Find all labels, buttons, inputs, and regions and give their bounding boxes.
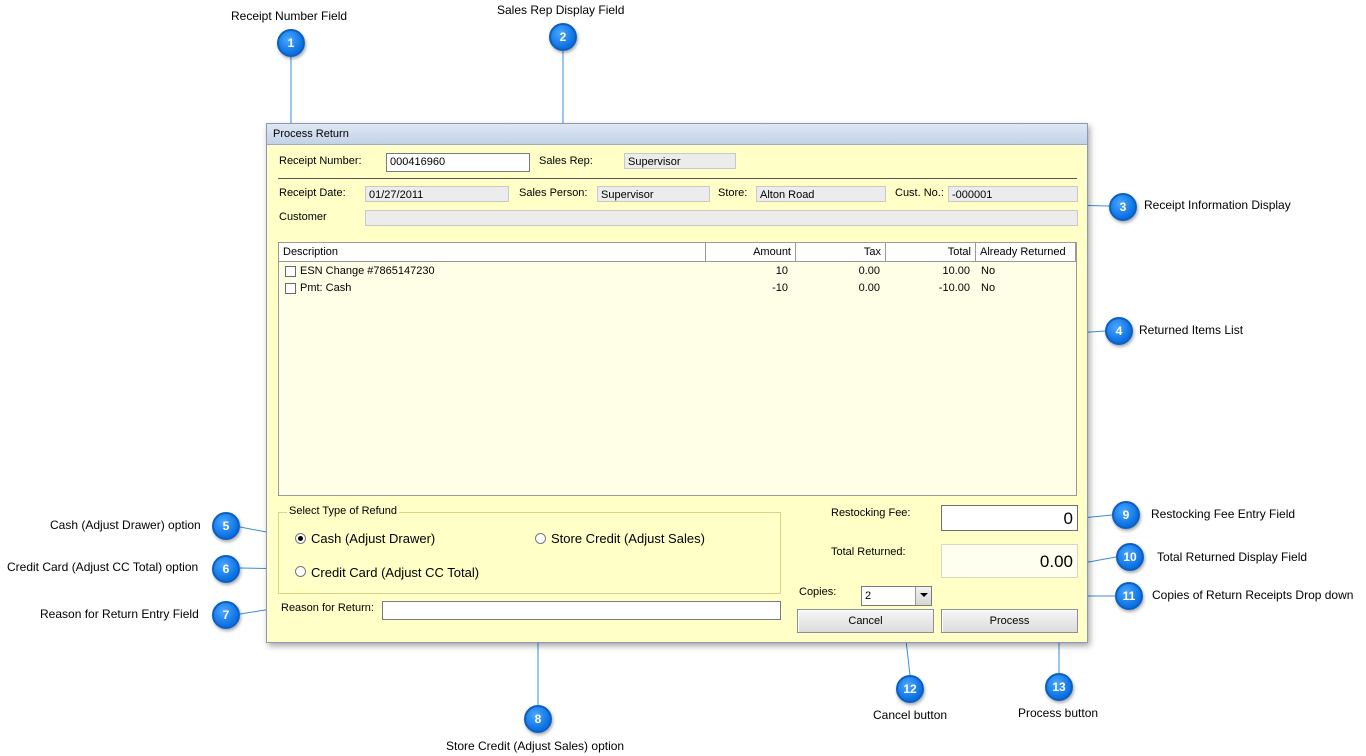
callout-label-13: Process button (1018, 706, 1099, 720)
store-display: Alton Road (756, 186, 886, 202)
total-returned-label: Total Returned: (831, 546, 906, 558)
receipt-date-display: 01/27/2011 (365, 186, 509, 202)
reason-for-return-input[interactable] (382, 601, 781, 620)
item-amount: 10 (775, 265, 788, 277)
callout-badge-1: 1 (277, 29, 305, 57)
column-header-tax[interactable]: Tax (796, 243, 886, 261)
reason-label: Reason for Return: (281, 602, 374, 614)
sales-rep-label: Sales Rep: (539, 155, 593, 167)
callout-badge-5: 5 (212, 512, 240, 540)
dialog-title: Process Return (267, 124, 1087, 145)
refund-type-group: Select Type of Refund Cash (Adjust Drawe… (278, 505, 781, 594)
cust-no-label: Cust. No.: (895, 187, 944, 199)
credit-card-radio-label[interactable]: Credit Card (Adjust CC Total) (311, 565, 479, 580)
callout-label-5: Cash (Adjust Drawer) option (50, 518, 201, 532)
callout-label-2: Sales Rep Display Field (497, 3, 625, 17)
copies-dropdown[interactable]: 2 (861, 586, 932, 606)
cash-radio[interactable] (295, 533, 306, 544)
copies-label: Copies: (799, 586, 837, 598)
item-tax: 0.00 (858, 265, 880, 277)
callout-label-7: Reason for Return Entry Field (40, 607, 199, 621)
item-tax: 0.00 (858, 282, 880, 294)
restocking-fee-input[interactable]: 0 (941, 505, 1078, 531)
callout-label-6: Credit Card (Adjust CC Total) option (7, 560, 199, 574)
callout-label-12: Cancel button (873, 708, 948, 722)
item-already-returned: No (981, 282, 996, 294)
credit-card-radio[interactable] (295, 566, 306, 577)
receipt-number-label: Receipt Number: (279, 155, 362, 167)
item-checkbox[interactable] (285, 283, 296, 294)
column-header-total[interactable]: Total (886, 243, 976, 261)
item-description: ESN Change #7865147230 (300, 265, 435, 277)
column-header-amount[interactable]: Amount (706, 243, 796, 261)
process-return-dialog: Process Return Receipt Number: 000416960… (266, 123, 1088, 643)
callout-badge-8: 8 (524, 705, 552, 733)
divider (278, 178, 1077, 179)
callout-badge-2: 2 (549, 23, 577, 51)
sales-person-label: Sales Person: (519, 187, 588, 199)
refund-group-title: Select Type of Refund (287, 505, 400, 517)
process-button[interactable]: Process (941, 609, 1078, 633)
sales-rep-display: Supervisor (624, 153, 736, 169)
item-amount: -10 (772, 282, 788, 294)
table-row[interactable]: ESN Change #7865147230 10 0.00 10.00 No (279, 263, 1076, 280)
store-credit-radio[interactable] (535, 533, 546, 544)
item-description: Pmt: Cash (300, 282, 352, 294)
item-total: 10.00 (942, 265, 970, 277)
list-header: Description Amount Tax Total Already Ret… (279, 243, 1076, 262)
callout-label-4: Returned Items List (1139, 323, 1244, 337)
returned-items-list[interactable]: Description Amount Tax Total Already Ret… (278, 242, 1077, 496)
store-label: Store: (718, 187, 748, 199)
callout-badge-3: 3 (1109, 193, 1137, 221)
column-header-already-returned[interactable]: Already Returned (976, 243, 1076, 261)
column-header-description[interactable]: Description (279, 243, 706, 261)
callout-label-11: Copies of Return Receipts Drop down (1152, 588, 1354, 602)
callout-badge-10: 10 (1116, 543, 1144, 571)
item-total: -10.00 (938, 282, 970, 294)
callout-badge-13: 13 (1045, 673, 1073, 701)
copies-value: 2 (865, 590, 872, 602)
receipt-date-label: Receipt Date: (279, 187, 346, 199)
table-row[interactable]: Pmt: Cash -10 0.00 -10.00 No (279, 280, 1076, 297)
receipt-number-input[interactable]: 000416960 (386, 153, 530, 172)
callout-label-10: Total Returned Display Field (1157, 550, 1308, 564)
item-already-returned: No (981, 265, 996, 277)
cash-radio-label[interactable]: Cash (Adjust Drawer) (311, 531, 435, 546)
callout-badge-7: 7 (212, 601, 240, 629)
store-credit-radio-label[interactable]: Store Credit (Adjust Sales) (551, 531, 705, 546)
item-checkbox[interactable] (285, 266, 296, 277)
callout-label-8: Store Credit (Adjust Sales) option (446, 739, 625, 753)
callout-badge-9: 9 (1112, 501, 1140, 529)
customer-label: Customer (279, 211, 327, 223)
callout-badge-11: 11 (1115, 582, 1143, 610)
callout-label-3: Receipt Information Display (1144, 198, 1291, 212)
chevron-down-icon[interactable] (915, 587, 931, 605)
callout-label-1: Receipt Number Field (231, 9, 348, 23)
cust-no-display: -000001 (948, 186, 1078, 202)
restocking-fee-label: Restocking Fee: (831, 507, 911, 519)
callout-badge-12: 12 (896, 675, 924, 703)
customer-display (365, 210, 1078, 226)
sales-person-display: Supervisor (597, 186, 710, 202)
callout-badge-4: 4 (1105, 317, 1133, 345)
callout-label-9: Restocking Fee Entry Field (1151, 507, 1296, 521)
cancel-button[interactable]: Cancel (797, 609, 934, 633)
callout-badge-6: 6 (212, 555, 240, 583)
total-returned-display: 0.00 (941, 544, 1078, 578)
